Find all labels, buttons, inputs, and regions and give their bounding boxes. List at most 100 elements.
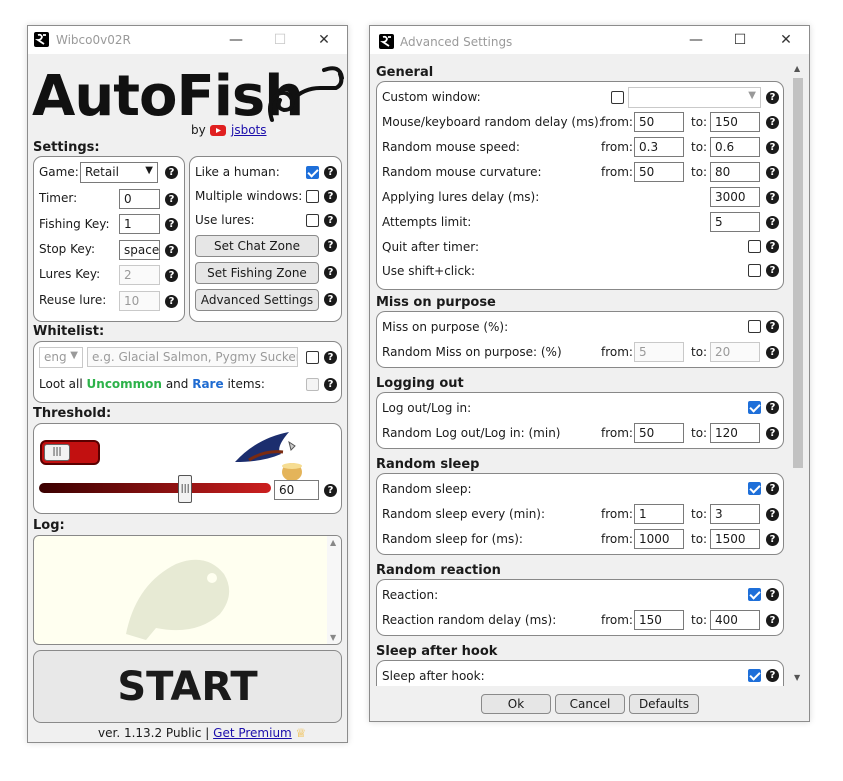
set-chat-zone-button[interactable]: Set Chat Zone [195,235,319,257]
start-button[interactable]: START [33,650,342,723]
custom-window-select: ▼ [628,87,761,108]
help-icon[interactable]: ? [766,346,779,359]
after-hook-label: Sleep after hook: [382,669,485,683]
reaction-to-input[interactable]: 400 [710,610,760,630]
mouse-curvature-to-input[interactable]: 80 [710,162,760,182]
help-icon[interactable]: ? [766,240,779,253]
minimize-button[interactable]: — [674,26,718,54]
advanced-settings-button[interactable]: Advanced Settings [195,289,319,311]
mk-delay-to-input[interactable]: 150 [710,112,760,132]
game-select[interactable]: Retail ▼ [80,162,158,183]
general-group: Custom window: ▼ ? Mouse/keyboard random… [376,81,784,290]
help-icon[interactable]: ? [324,214,337,227]
help-icon[interactable]: ? [766,482,779,495]
help-icon[interactable]: ? [766,508,779,521]
scroll-down-icon[interactable]: ▼ [794,673,800,682]
help-icon[interactable]: ? [165,295,178,308]
help-icon[interactable]: ? [324,239,337,252]
help-icon[interactable]: ? [766,427,779,440]
sleep-every-from-input[interactable]: 1 [634,504,684,524]
mouse-curvature-from-input[interactable]: 50 [634,162,684,182]
fishing-key-input[interactable]: 1 [119,214,160,234]
sleep-for-from-input[interactable]: 1000 [634,529,684,549]
close-button[interactable]: ✕ [764,26,808,54]
help-icon[interactable]: ? [766,166,779,179]
help-icon[interactable]: ? [766,320,779,333]
reaction-from-input[interactable]: 150 [634,610,684,630]
scroll-thumb[interactable] [793,78,803,468]
use-lures-checkbox[interactable] [306,214,319,227]
help-icon[interactable]: ? [324,351,337,364]
help-icon[interactable]: ? [766,116,779,129]
whitelist-checkbox[interactable] [306,351,319,364]
attempts-limit-input[interactable]: 5 [710,212,760,232]
help-icon[interactable]: ? [165,193,178,206]
sleep-for-to-input[interactable]: 1500 [710,529,760,549]
maximize-button[interactable]: ☐ [718,26,762,54]
get-premium-link[interactable]: Get Premium [213,726,292,740]
help-icon[interactable]: ? [766,401,779,414]
stop-key-input[interactable]: space [119,240,160,260]
threshold-value-input[interactable]: 60 [274,480,319,500]
help-icon[interactable]: ? [324,484,337,497]
help-icon[interactable]: ? [766,264,779,277]
by-label: by [191,123,206,137]
toggle-switch[interactable]: ||| [40,440,100,465]
multiple-windows-checkbox[interactable] [306,190,319,203]
scroll-up-icon[interactable]: ▲ [330,538,336,547]
sleep-every-to-input[interactable]: 3 [710,504,760,524]
scroll-up-icon[interactable]: ▲ [794,64,800,73]
settings-scrollbar[interactable]: ▲ ▼ [791,62,805,684]
logout-from-input[interactable]: 50 [634,423,684,443]
like-human-checkbox[interactable] [306,166,319,179]
scroll-down-icon[interactable]: ▼ [330,633,336,642]
miss-pct-label: Miss on purpose (%): [382,320,509,334]
logout-checkbox[interactable] [748,401,761,414]
reuse-lure-input: 10 [119,291,160,311]
help-icon[interactable]: ? [766,669,779,682]
quit-after-timer-checkbox[interactable] [748,240,761,253]
help-icon[interactable]: ? [766,141,779,154]
help-icon[interactable]: ? [766,216,779,229]
mouse-speed-from-input[interactable]: 0.3 [634,137,684,157]
help-icon[interactable]: ? [165,166,178,179]
ok-button[interactable]: Ok [481,694,551,714]
shift-click-checkbox[interactable] [748,264,761,277]
sleep-for-label: Random sleep for (ms): [382,532,523,546]
help-icon[interactable]: ? [324,190,337,203]
help-icon[interactable]: ? [766,614,779,627]
help-icon[interactable]: ? [766,533,779,546]
help-icon[interactable]: ? [165,269,178,282]
help-icon[interactable]: ? [324,166,337,179]
logout-to-input[interactable]: 120 [710,423,760,443]
author-link[interactable]: jsbots [231,123,267,137]
mouse-speed-to-input[interactable]: 0.6 [710,137,760,157]
help-icon[interactable]: ? [324,293,337,306]
set-fishing-zone-button[interactable]: Set Fishing Zone [195,262,319,284]
threshold-slider-track[interactable] [39,483,271,493]
help-icon[interactable]: ? [766,91,779,104]
log-area[interactable]: ▲ ▼ [33,535,342,645]
chevron-down-icon: ▼ [70,350,78,361]
lures-delay-input[interactable]: 3000 [710,187,760,207]
help-icon[interactable]: ? [324,266,337,279]
after-hook-checkbox[interactable] [748,669,761,682]
help-icon[interactable]: ? [324,378,337,391]
close-button[interactable]: ✕ [302,26,346,54]
threshold-slider-thumb[interactable]: ||| [178,475,193,503]
help-icon[interactable]: ? [165,244,178,257]
defaults-button[interactable]: Defaults [629,694,699,714]
minimize-button[interactable]: — [214,26,258,54]
miss-header: Miss on purpose [376,295,496,310]
random-sleep-checkbox[interactable] [748,482,761,495]
mk-delay-from-input[interactable]: 50 [634,112,684,132]
help-icon[interactable]: ? [766,191,779,204]
help-icon[interactable]: ? [766,588,779,601]
custom-window-checkbox[interactable] [611,91,624,104]
miss-checkbox[interactable] [748,320,761,333]
help-icon[interactable]: ? [165,218,178,231]
timer-input[interactable]: 0 [119,189,160,209]
reaction-checkbox[interactable] [748,588,761,601]
log-scrollbar[interactable]: ▲ ▼ [327,536,341,644]
cancel-button[interactable]: Cancel [555,694,625,714]
